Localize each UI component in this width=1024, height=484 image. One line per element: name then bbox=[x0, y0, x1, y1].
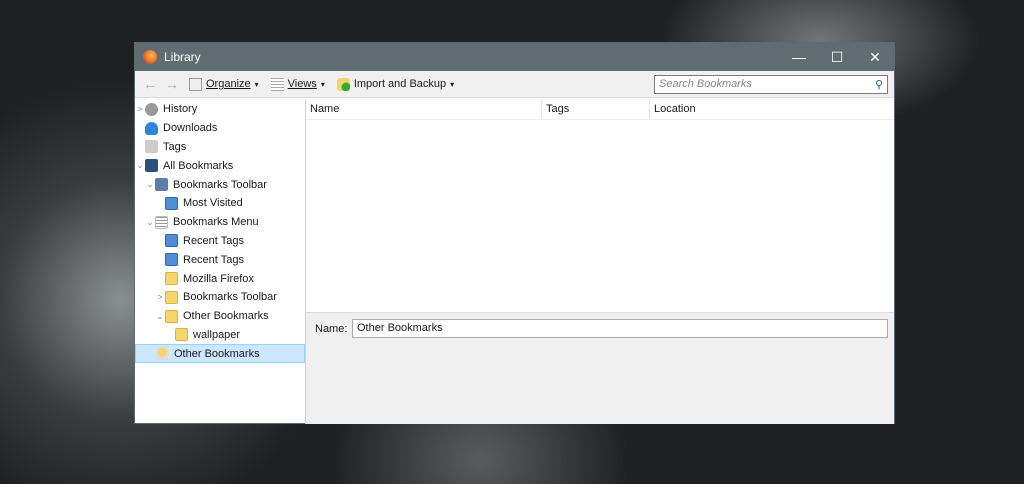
tree-item-history[interactable]: > History bbox=[135, 100, 305, 119]
search-icon[interactable]: ⚲ bbox=[875, 78, 883, 91]
tree-item-other-bookmarks-folder[interactable]: ⌄ Other Bookmarks bbox=[135, 307, 305, 326]
collapse-icon[interactable]: ⌄ bbox=[155, 311, 165, 322]
tree-item-label: Bookmarks Toolbar bbox=[173, 178, 267, 191]
tree-item-bookmarks-menu[interactable]: ⌄ Bookmarks Menu bbox=[135, 213, 305, 232]
tree-item-label: Recent Tags bbox=[183, 234, 244, 247]
tree-item-label: Bookmarks Toolbar bbox=[183, 291, 277, 304]
chevron-down-icon: ▾ bbox=[450, 79, 455, 89]
views-icon bbox=[270, 77, 284, 91]
tree-item-bookmarks-toolbar-folder[interactable]: > Bookmarks Toolbar bbox=[135, 288, 305, 307]
column-location[interactable]: Location bbox=[650, 99, 894, 119]
folder-icon bbox=[165, 290, 178, 304]
tree-item-label: Recent Tags bbox=[183, 253, 244, 266]
tree-item-label: Downloads bbox=[163, 122, 218, 135]
tree-item-label: wallpaper bbox=[193, 328, 241, 341]
chevron-down-icon: ▾ bbox=[320, 79, 325, 89]
tree-item-bookmarks-toolbar[interactable]: ⌄ Bookmarks Toolbar bbox=[135, 175, 305, 194]
column-tags[interactable]: Tags bbox=[542, 99, 650, 119]
views-button[interactable]: Views ▾ bbox=[267, 77, 329, 91]
organize-label: Organize bbox=[206, 78, 251, 90]
tree-item-all-bookmarks[interactable]: ⌄ All Bookmarks bbox=[135, 156, 305, 175]
minimize-button[interactable]: — bbox=[780, 49, 818, 66]
import-backup-button[interactable]: Import and Backup ▾ bbox=[333, 77, 458, 91]
bookmarks-star-icon bbox=[145, 159, 158, 173]
views-label: Views bbox=[287, 78, 317, 90]
tree-item-wallpaper[interactable]: wallpaper bbox=[135, 326, 305, 345]
search-input[interactable]: Search Bookmarks ⚲ bbox=[654, 74, 888, 94]
tree-item-label: History bbox=[163, 103, 198, 116]
expand-icon[interactable]: > bbox=[155, 292, 165, 302]
tree-item-label: Most Visited bbox=[183, 197, 243, 210]
unsorted-bookmarks-icon bbox=[156, 347, 169, 361]
expand-icon[interactable]: > bbox=[135, 104, 145, 114]
history-clock-icon bbox=[145, 102, 158, 116]
maximize-button[interactable]: ☐ bbox=[818, 49, 856, 66]
tree-item-label: Mozilla Firefox bbox=[183, 272, 254, 285]
organize-button[interactable]: Organize ▾ bbox=[185, 77, 263, 91]
window-title: Library bbox=[164, 50, 201, 64]
column-name[interactable]: Name bbox=[306, 99, 542, 119]
organize-icon bbox=[189, 77, 202, 91]
name-input[interactable]: Other Bookmarks bbox=[352, 319, 888, 338]
chevron-down-icon: ▾ bbox=[254, 79, 259, 89]
download-arrow-icon bbox=[145, 121, 158, 135]
tree-item-recent-tags[interactable]: Recent Tags bbox=[135, 250, 305, 269]
folder-icon bbox=[165, 272, 178, 286]
collapse-icon[interactable]: ⌄ bbox=[145, 179, 155, 190]
tree-item-downloads[interactable]: Downloads bbox=[135, 119, 305, 138]
smart-bookmark-icon bbox=[165, 253, 178, 267]
name-label: Name: bbox=[315, 323, 348, 335]
folder-icon bbox=[175, 328, 188, 342]
details-pane: Name: Other Bookmarks bbox=[306, 312, 894, 424]
library-window: Library — ☐ ✕ ← → Organize ▾ Views ▾ Impor… bbox=[134, 42, 895, 424]
folder-icon bbox=[165, 309, 178, 323]
bookmarks-list: Name Tags Location Name: Other Bookmarks bbox=[306, 99, 894, 424]
tree-item-most-visited[interactable]: Most Visited bbox=[135, 194, 305, 213]
forward-button[interactable]: → bbox=[163, 76, 181, 92]
smart-bookmark-icon bbox=[165, 234, 178, 248]
back-button[interactable]: ← bbox=[141, 76, 159, 92]
tree-item-label: Other Bookmarks bbox=[174, 347, 260, 360]
tag-icon bbox=[145, 140, 158, 154]
title-bar: Library — ☐ ✕ bbox=[135, 43, 894, 71]
tree-item-label: Bookmarks Menu bbox=[173, 216, 259, 229]
toolbar: ← → Organize ▾ Views ▾ Import and Backup ▾ … bbox=[135, 71, 894, 98]
import-star-icon bbox=[336, 77, 350, 91]
column-headers: Name Tags Location bbox=[306, 99, 894, 120]
firefox-icon bbox=[143, 50, 157, 64]
tree-item-tags[interactable]: Tags bbox=[135, 138, 305, 157]
search-placeholder: Search Bookmarks bbox=[659, 78, 752, 90]
tree-item-label: Other Bookmarks bbox=[183, 310, 269, 323]
close-button[interactable]: ✕ bbox=[856, 49, 894, 66]
sidebar-tree: > History Downloads Tags ⌄ All Bookmarks ⌄… bbox=[135, 99, 306, 424]
toolbar-icon bbox=[155, 178, 168, 192]
collapse-icon[interactable]: ⌄ bbox=[145, 217, 155, 228]
tree-item-other-bookmarks[interactable]: Other Bookmarks bbox=[135, 344, 305, 364]
menu-icon bbox=[155, 215, 168, 229]
tree-item-label: All Bookmarks bbox=[163, 159, 234, 172]
tree-item-recent-tags[interactable]: Recent Tags bbox=[135, 232, 305, 251]
collapse-icon[interactable]: ⌄ bbox=[135, 160, 145, 171]
import-label: Import and Backup bbox=[353, 78, 447, 90]
tree-item-mozilla-firefox[interactable]: Mozilla Firefox bbox=[135, 269, 305, 288]
smart-bookmark-icon bbox=[165, 196, 178, 210]
tree-item-label: Tags bbox=[163, 140, 187, 153]
